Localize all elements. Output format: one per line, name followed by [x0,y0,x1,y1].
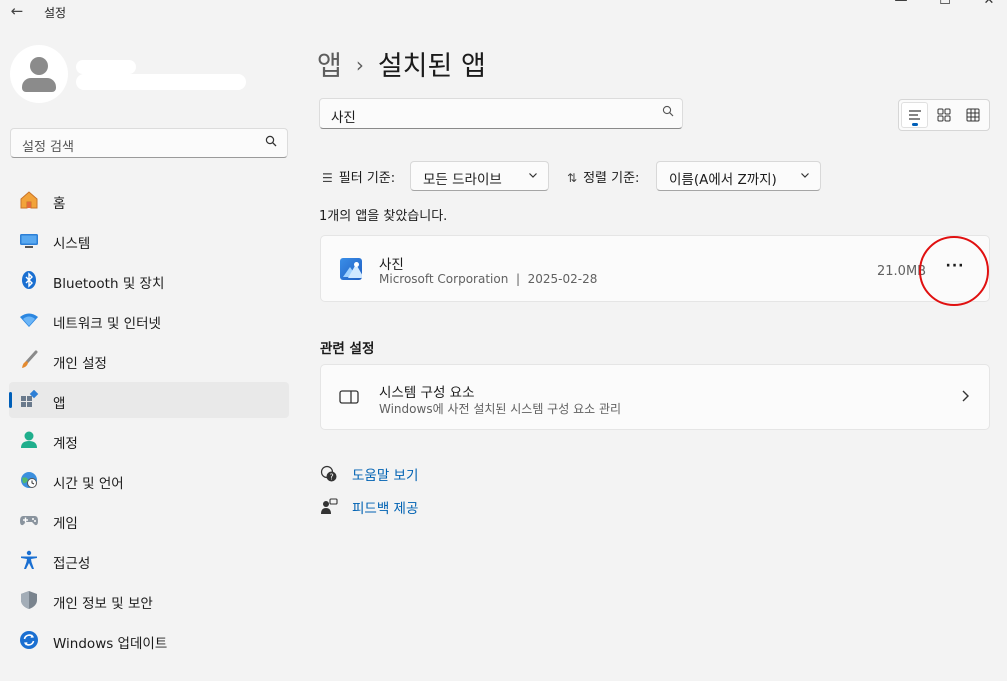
svg-text:?: ? [330,473,334,482]
photos-app-icon [340,258,362,280]
globe-clock-icon [19,470,39,490]
sidebar-item-home[interactable]: 홈 [9,182,289,218]
list-view-button[interactable] [901,102,928,128]
gamepad-icon [19,510,39,530]
wifi-icon [19,310,39,330]
sort-label-group: ⇅ 정렬 기준: [567,171,640,186]
page-title: 설치된 앱 [377,51,486,82]
highlight-circle [919,236,989,306]
account-icon [19,430,39,450]
related-settings-heading: 관련 설정 [320,341,375,357]
update-icon [19,630,39,650]
help-link[interactable]: ? 도움말 보기 [320,464,418,487]
grid-view-button[interactable] [960,102,987,128]
maximize-icon[interactable]: ☐ [934,0,956,8]
sort-icon: ⇅ [567,171,578,185]
system-icon [19,230,39,250]
breadcrumb-separator: › [355,53,364,77]
sort-dropdown[interactable]: 이름(A에서 Z까지) [656,161,821,191]
settings-search-input[interactable]: 설정 검색 [10,128,288,158]
chevron-down-icon [800,170,810,183]
result-count: 1개의 앱을 찾았습니다. [319,209,448,224]
bluetooth-icon [19,270,39,290]
shield-icon [19,590,39,610]
system-components-icon [339,389,359,409]
home-icon [19,190,39,210]
avatar[interactable] [10,45,68,103]
feedback-link[interactable]: 피드백 제공 [320,497,418,520]
filter-dropdown[interactable]: 모든 드라이브 [410,161,549,191]
breadcrumb: 앱 › 설치된 앱 [317,44,486,83]
title-bar: ← 설정 — ☐ ✕ [0,0,1007,24]
filter-label-group: ☰ 필터 기준: [322,171,396,186]
back-arrow-icon[interactable]: ← [8,2,26,20]
window-title: 설정 [44,6,67,20]
system-components-subtitle: Windows에 사전 설치된 시스템 구성 요소 관리 [379,402,622,416]
search-icon [662,105,674,120]
chevron-right-icon [959,389,971,407]
breadcrumb-apps[interactable]: 앱 [317,51,342,82]
close-icon[interactable]: ✕ [978,0,1000,8]
sidebar-item-network[interactable]: 네트워크 및 인터넷 [9,302,289,338]
brush-icon [19,350,39,370]
system-components-item[interactable]: 시스템 구성 요소 Windows에 사전 설치된 시스템 구성 요소 관리 [320,364,990,430]
sidebar-item-time-language[interactable]: 시간 및 언어 [9,462,289,498]
feedback-icon [320,498,340,520]
search-placeholder: 설정 검색 [22,140,74,155]
tile-view-button[interactable] [931,102,958,128]
sidebar-item-accessibility[interactable]: 접근성 [9,542,289,578]
app-list-item[interactable]: 사진 Microsoft Corporation | 2025-02-28 21… [320,235,990,302]
system-components-title: 시스템 구성 요소 [379,385,475,401]
filter-icon: ☰ [322,171,333,185]
active-indicator [9,392,12,408]
app-meta: Microsoft Corporation | 2025-02-28 [379,272,598,286]
search-icon [265,135,277,150]
view-toggle [898,99,990,131]
sidebar-item-personalization[interactable]: 개인 설정 [9,342,289,378]
app-search-input[interactable]: 사진 [319,98,683,129]
minimize-icon[interactable]: — [890,0,912,8]
sidebar-item-privacy[interactable]: 개인 정보 및 보안 [9,582,289,618]
sidebar-item-bluetooth[interactable]: Bluetooth 및 장치 [9,262,289,298]
sidebar-item-apps[interactable]: 앱 [9,382,289,418]
redacted-email [76,74,246,90]
sidebar-item-accounts[interactable]: 계정 [9,422,289,458]
apps-icon [19,389,39,410]
accessibility-icon [19,550,39,570]
chevron-down-icon [528,170,538,183]
redacted-username [76,60,136,74]
sidebar-item-gaming[interactable]: 게임 [9,502,289,538]
help-icon: ? [320,465,340,487]
search-value: 사진 [331,110,356,126]
app-name: 사진 [379,257,404,273]
sidebar-item-system[interactable]: 시스템 [9,222,289,258]
sidebar-item-windows-update[interactable]: Windows 업데이트 [9,622,289,658]
